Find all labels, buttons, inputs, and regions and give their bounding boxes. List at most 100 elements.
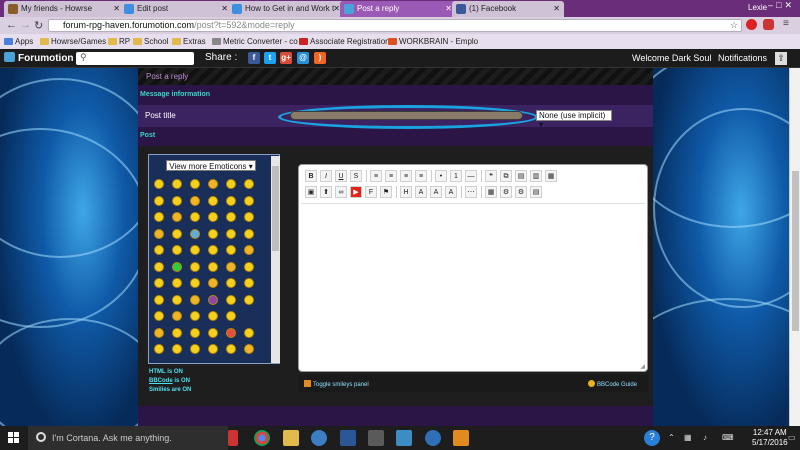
smiley-icon[interactable]	[244, 228, 254, 239]
bbcode-link[interactable]: BBCode	[149, 378, 173, 384]
date-icon[interactable]: ▦	[485, 186, 497, 198]
chrome-taskbar-icon[interactable]	[254, 430, 270, 446]
table-icon[interactable]: ▦	[545, 170, 557, 182]
message-editor[interactable]: B I U S ≡ ≡ ≡ ≡ • 1— ❝ ⧉ ▤ ▥ ▦ ▣ ⬆ ∞ ▶ F ⚑ H A A A ⋯ ▦ ⚙ ⚙ ▤ ◢	[298, 164, 648, 372]
font-icon[interactable]: A	[415, 186, 427, 198]
bbcode-guide-link[interactable]: BBCode Guide	[588, 380, 637, 388]
smiley-icon[interactable]	[154, 228, 164, 239]
rss-icon[interactable]: )	[314, 52, 326, 64]
smiley-icon[interactable]	[154, 311, 164, 321]
smiley-icon[interactable]	[226, 327, 236, 338]
toggle-smileys-link[interactable]: Toggle smileys panel	[304, 380, 369, 388]
smiley-icon[interactable]	[154, 195, 164, 206]
smiley-icon[interactable]	[190, 212, 200, 222]
smiley-icon[interactable]	[226, 228, 236, 239]
profile-name[interactable]: Lexie	[748, 3, 767, 12]
address-bar[interactable]: forum-rpg-haven.forumotion.com/post?t=59…	[48, 19, 742, 32]
extension-icon[interactable]	[746, 19, 757, 30]
tab-facebook[interactable]: (1) Facebook ✕	[452, 1, 564, 17]
smiley-icon[interactable]	[154, 245, 164, 255]
post-title-input[interactable]	[290, 111, 523, 120]
smiley-icon[interactable]	[190, 344, 200, 354]
smiley-icon[interactable]	[226, 294, 236, 305]
smiley-icon[interactable]	[208, 245, 218, 255]
app-taskbar-icon[interactable]	[311, 430, 327, 446]
cortana-search-box[interactable]: I'm Cortana. Ask me anything.	[28, 426, 228, 450]
font-size-icon[interactable]: A	[430, 186, 442, 198]
smiley-icon[interactable]	[208, 294, 218, 305]
app-taskbar-icon[interactable]	[425, 430, 441, 446]
tab-my-friends-howrse[interactable]: My friends - Howrse ✕	[4, 1, 124, 17]
app-taskbar-icon[interactable]	[396, 430, 412, 446]
link-icon[interactable]: ∞	[335, 186, 347, 198]
emoticons-select[interactable]: View more Emoticons ▾	[166, 160, 256, 171]
smiley-icon[interactable]	[172, 344, 182, 354]
hide-icon[interactable]: ▥	[530, 170, 542, 182]
smiley-icon[interactable]	[226, 212, 236, 222]
app-taskbar-icon[interactable]	[453, 430, 469, 446]
tab-post-a-reply[interactable]: Post a reply ✕	[340, 1, 456, 17]
flash-icon[interactable]: F	[365, 186, 377, 198]
numbered-list-icon[interactable]: 1	[450, 170, 462, 182]
justify-icon[interactable]: ≡	[415, 170, 427, 182]
bold-icon[interactable]: B	[305, 170, 317, 182]
smiley-icon[interactable]	[244, 327, 254, 338]
smiley-icon[interactable]	[226, 278, 236, 288]
bookmark-apps[interactable]: Apps	[4, 37, 33, 46]
smiley-icon[interactable]	[226, 311, 236, 321]
color-icon[interactable]: A	[445, 186, 457, 198]
close-tab-icon[interactable]: ✕	[333, 4, 340, 13]
smiley-icon[interactable]	[172, 261, 182, 272]
align-left-icon[interactable]: ≡	[370, 170, 382, 182]
source-icon[interactable]: ▤	[530, 186, 542, 198]
reload-icon[interactable]: ↻	[34, 19, 43, 32]
bookmark-star-icon[interactable]: ☆	[730, 20, 738, 31]
back-icon[interactable]: ←	[6, 19, 17, 31]
tab-how-to-get-in[interactable]: How to Get in and Work t ✕	[228, 1, 344, 17]
smiley-icon[interactable]	[172, 294, 182, 305]
bullet-list-icon[interactable]: •	[435, 170, 447, 182]
smiley-icon[interactable]	[172, 278, 182, 288]
bookmark-school[interactable]: School	[133, 37, 168, 46]
smiley-icon[interactable]	[172, 195, 182, 206]
smiley-icon[interactable]	[154, 294, 164, 305]
strikethrough-icon[interactable]: S	[350, 170, 362, 182]
keyboard-icon[interactable]: ⌨	[722, 433, 734, 442]
smiley-icon[interactable]	[172, 327, 182, 338]
close-tab-icon[interactable]: ✕	[553, 4, 560, 13]
smiley-icon[interactable]	[208, 311, 218, 321]
smiley-icon[interactable]	[226, 195, 236, 206]
quote-icon[interactable]: ❝	[485, 170, 497, 182]
smiley-icon[interactable]	[226, 261, 236, 272]
smiley-icon[interactable]	[244, 278, 254, 288]
upload-image-icon[interactable]: ⬆	[320, 186, 332, 198]
bookmark-extras[interactable]: Extras	[172, 37, 206, 46]
smiley-icon[interactable]	[190, 311, 200, 321]
file-explorer-icon[interactable]	[283, 430, 299, 446]
smiley-icon[interactable]	[226, 245, 236, 255]
bookmark-workbrain[interactable]: WORKBRAIN - Emplo	[388, 37, 478, 46]
heading-icon[interactable]: H	[400, 186, 412, 198]
smiley-icon[interactable]	[208, 344, 218, 354]
smilies-scrollbar[interactable]	[271, 156, 280, 363]
smiley-icon[interactable]	[208, 179, 218, 189]
welcome-message[interactable]: Welcome Dark Soul	[632, 53, 711, 63]
tray-chevron-icon[interactable]: ⌃	[668, 433, 675, 442]
bookmark-howrse-games[interactable]: Howrse/Games	[40, 37, 106, 46]
network-icon[interactable]: ▦	[684, 433, 692, 442]
smiley-icon[interactable]	[244, 245, 254, 255]
volume-icon[interactable]: ♪	[703, 433, 707, 442]
smiley-icon[interactable]	[154, 212, 164, 222]
flag-icon[interactable]: ⚑	[380, 186, 392, 198]
windows-start-icon[interactable]	[8, 432, 20, 444]
taskbar-clock[interactable]: 12:47 AM 5/17/2016	[752, 428, 788, 448]
more-tools-icon[interactable]: ⚙	[515, 186, 527, 198]
italic-icon[interactable]: I	[320, 170, 332, 182]
smiley-icon[interactable]	[244, 294, 254, 305]
twitter-share-icon[interactable]: t	[264, 52, 276, 64]
image-icon[interactable]: ▣	[305, 186, 317, 198]
code-icon[interactable]: ⧉	[500, 170, 512, 182]
scrollbar-thumb[interactable]	[792, 171, 799, 331]
window-controls[interactable]: –□✕	[768, 0, 795, 11]
smiley-icon[interactable]	[190, 278, 200, 288]
